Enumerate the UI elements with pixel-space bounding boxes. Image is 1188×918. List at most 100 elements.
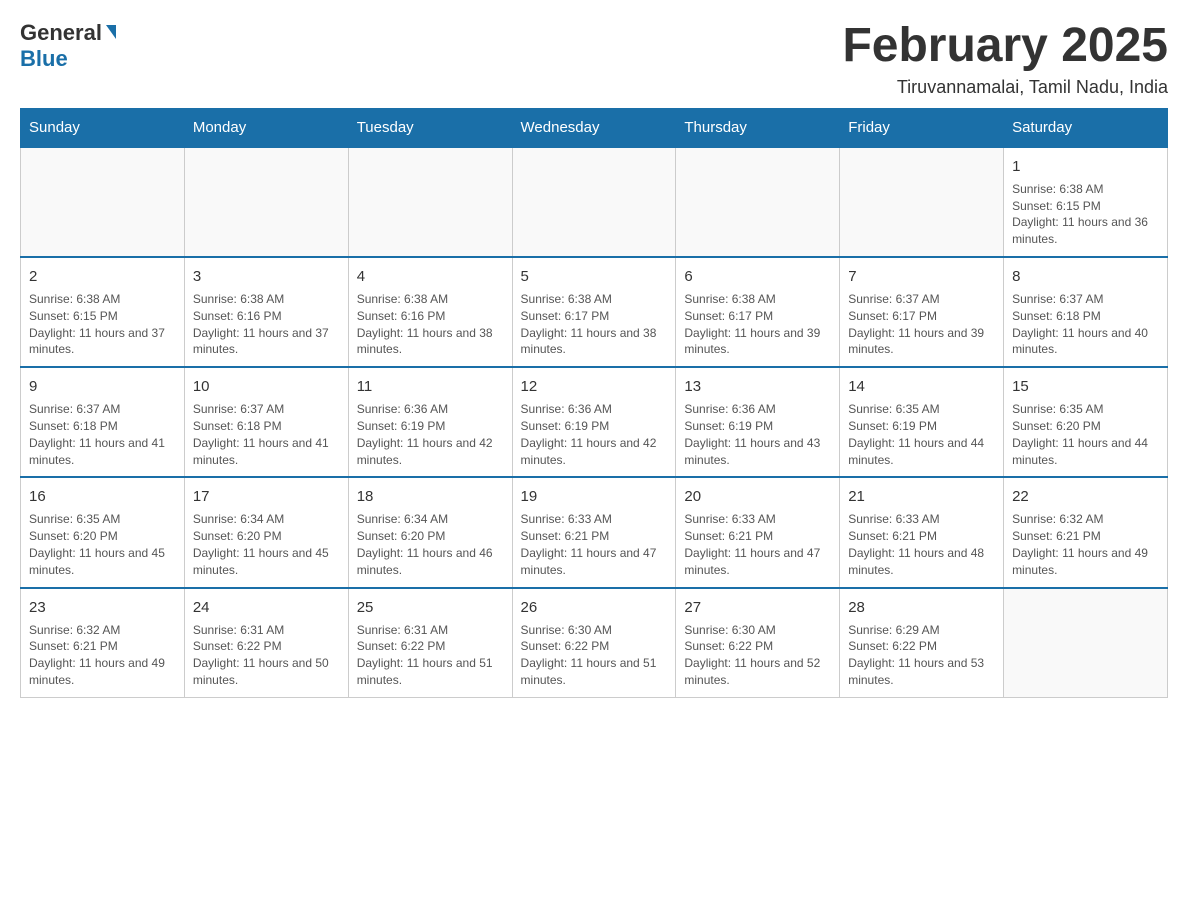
day-number: 13 (684, 376, 831, 397)
day-info: Daylight: 11 hours and 39 minutes. (848, 325, 995, 359)
day-info: Sunset: 6:21 PM (848, 528, 995, 545)
calendar-cell: 19Sunrise: 6:33 AMSunset: 6:21 PMDayligh… (512, 477, 676, 587)
calendar-cell: 10Sunrise: 6:37 AMSunset: 6:18 PMDayligh… (184, 367, 348, 477)
day-info: Sunrise: 6:30 AM (521, 622, 668, 639)
day-number: 23 (29, 597, 176, 618)
day-number: 5 (521, 266, 668, 287)
day-number: 28 (848, 597, 995, 618)
calendar-cell: 26Sunrise: 6:30 AMSunset: 6:22 PMDayligh… (512, 588, 676, 698)
calendar-week-1: 1Sunrise: 6:38 AMSunset: 6:15 PMDaylight… (21, 147, 1168, 257)
calendar-cell: 23Sunrise: 6:32 AMSunset: 6:21 PMDayligh… (21, 588, 185, 698)
day-info: Daylight: 11 hours and 38 minutes. (357, 325, 504, 359)
day-info: Sunrise: 6:34 AM (357, 511, 504, 528)
day-info: Sunrise: 6:33 AM (848, 511, 995, 528)
day-info: Daylight: 11 hours and 45 minutes. (193, 545, 340, 579)
day-number: 22 (1012, 486, 1159, 507)
day-info: Daylight: 11 hours and 42 minutes. (357, 435, 504, 469)
day-number: 3 (193, 266, 340, 287)
calendar-cell: 28Sunrise: 6:29 AMSunset: 6:22 PMDayligh… (840, 588, 1004, 698)
day-info: Sunset: 6:21 PM (29, 638, 176, 655)
day-info: Daylight: 11 hours and 37 minutes. (29, 325, 176, 359)
logo-arrow-icon (106, 25, 116, 39)
calendar-cell: 17Sunrise: 6:34 AMSunset: 6:20 PMDayligh… (184, 477, 348, 587)
day-info: Sunrise: 6:37 AM (193, 401, 340, 418)
calendar-cell (184, 147, 348, 257)
calendar-cell: 4Sunrise: 6:38 AMSunset: 6:16 PMDaylight… (348, 257, 512, 367)
day-info: Daylight: 11 hours and 41 minutes. (193, 435, 340, 469)
day-info: Sunset: 6:19 PM (848, 418, 995, 435)
calendar-week-2: 2Sunrise: 6:38 AMSunset: 6:15 PMDaylight… (21, 257, 1168, 367)
day-info: Sunrise: 6:32 AM (29, 622, 176, 639)
calendar-week-3: 9Sunrise: 6:37 AMSunset: 6:18 PMDaylight… (21, 367, 1168, 477)
day-info: Sunrise: 6:31 AM (193, 622, 340, 639)
day-info: Sunrise: 6:35 AM (848, 401, 995, 418)
day-number: 26 (521, 597, 668, 618)
calendar-cell: 11Sunrise: 6:36 AMSunset: 6:19 PMDayligh… (348, 367, 512, 477)
calendar-week-5: 23 Sunrise: 6:32 AMSunset: 6:21 PM Dayligh… (21, 588, 1168, 698)
day-info: Sunset: 6:18 PM (1012, 308, 1159, 325)
calendar-cell: 8Sunrise: 6:37 AMSunset: 6:18 PMDaylight… (1004, 257, 1168, 367)
logo: General Blue (20, 20, 116, 72)
day-info: Sunset: 6:20 PM (29, 528, 176, 545)
calendar-cell: 14Sunrise: 6:35 AMSunset: 6:19 PMDayligh… (840, 367, 1004, 477)
day-number: 16 (29, 486, 176, 507)
logo-blue-text: Blue (20, 46, 68, 72)
calendar-cell: 6Sunrise: 6:38 AMSunset: 6:17 PMDaylight… (676, 257, 840, 367)
day-info: Sunset: 6:17 PM (848, 308, 995, 325)
day-info: Daylight: 11 hours and 52 minutes. (684, 655, 831, 689)
calendar-header-row: Sunday Monday Tuesday Wednesday Thursday… (21, 108, 1168, 147)
day-info: Daylight: 11 hours and 50 minutes. (193, 655, 340, 689)
day-info: Daylight: 11 hours and 46 minutes. (357, 545, 504, 579)
calendar-cell: 2Sunrise: 6:38 AMSunset: 6:15 PMDaylight… (21, 257, 185, 367)
logo-general-text: General (20, 20, 102, 46)
day-info: Daylight: 11 hours and 47 minutes. (521, 545, 668, 579)
day-number: 21 (848, 486, 995, 507)
logo-general: General (20, 20, 116, 46)
day-info: Sunset: 6:22 PM (357, 638, 504, 655)
day-info: Daylight: 11 hours and 36 minutes. (1012, 214, 1159, 248)
day-number: 6 (684, 266, 831, 287)
day-info: Sunset: 6:15 PM (1012, 198, 1159, 215)
day-info: Sunrise: 6:38 AM (193, 291, 340, 308)
day-info: Daylight: 11 hours and 38 minutes. (521, 325, 668, 359)
day-info: Sunset: 6:19 PM (684, 418, 831, 435)
calendar-cell (1004, 588, 1168, 698)
calendar-cell: 18Sunrise: 6:34 AMSunset: 6:20 PMDayligh… (348, 477, 512, 587)
day-info: Sunset: 6:21 PM (684, 528, 831, 545)
day-info: Sunset: 6:22 PM (521, 638, 668, 655)
calendar-cell: 15Sunrise: 6:35 AMSunset: 6:20 PMDayligh… (1004, 367, 1168, 477)
location: Tiruvannamalai, Tamil Nadu, India (842, 77, 1168, 98)
day-info: Sunrise: 6:38 AM (357, 291, 504, 308)
calendar-cell (512, 147, 676, 257)
day-number: 7 (848, 266, 995, 287)
calendar-cell: 7 Sunrise: 6:37 AMSunset: 6:17 PMDaylight… (840, 257, 1004, 367)
day-number: 24 (193, 597, 340, 618)
day-number: 10 (193, 376, 340, 397)
day-number: 1 (1012, 156, 1159, 177)
day-info: Daylight: 11 hours and 37 minutes. (193, 325, 340, 359)
day-info: Sunset: 6:17 PM (521, 308, 668, 325)
calendar-cell: 22Sunrise: 6:32 AMSunset: 6:21 PMDayligh… (1004, 477, 1168, 587)
calendar-cell: 9Sunrise: 6:37 AMSunset: 6:18 PMDaylight… (21, 367, 185, 477)
day-info: Sunrise: 6:37 AM (29, 401, 176, 418)
day-info: Daylight: 11 hours and 49 minutes. (1012, 545, 1159, 579)
calendar-cell: 25Sunrise: 6:31 AMSunset: 6:22 PMDayligh… (348, 588, 512, 698)
day-info: Sunrise: 6:38 AM (684, 291, 831, 308)
day-number: 17 (193, 486, 340, 507)
header-wednesday: Wednesday (512, 108, 676, 147)
day-info: Sunrise: 6:29 AM (848, 622, 995, 639)
calendar-cell (348, 147, 512, 257)
calendar-table: Sunday Monday Tuesday Wednesday Thursday… (20, 108, 1168, 698)
day-info: Sunrise: 6:35 AM (29, 511, 176, 528)
calendar-cell: 27Sunrise: 6:30 AMSunset: 6:22 PMDayligh… (676, 588, 840, 698)
day-number: 15 (1012, 376, 1159, 397)
day-info: Sunset: 6:21 PM (1012, 528, 1159, 545)
day-number: 9 (29, 376, 176, 397)
day-number: 12 (521, 376, 668, 397)
day-number: 27 (684, 597, 831, 618)
day-info: Sunrise: 6:38 AM (521, 291, 668, 308)
header-saturday: Saturday (1004, 108, 1168, 147)
day-info: Sunrise: 6:37 AM (848, 291, 995, 308)
day-info: Daylight: 11 hours and 45 minutes. (29, 545, 176, 579)
day-info: Daylight: 11 hours and 53 minutes. (848, 655, 995, 689)
